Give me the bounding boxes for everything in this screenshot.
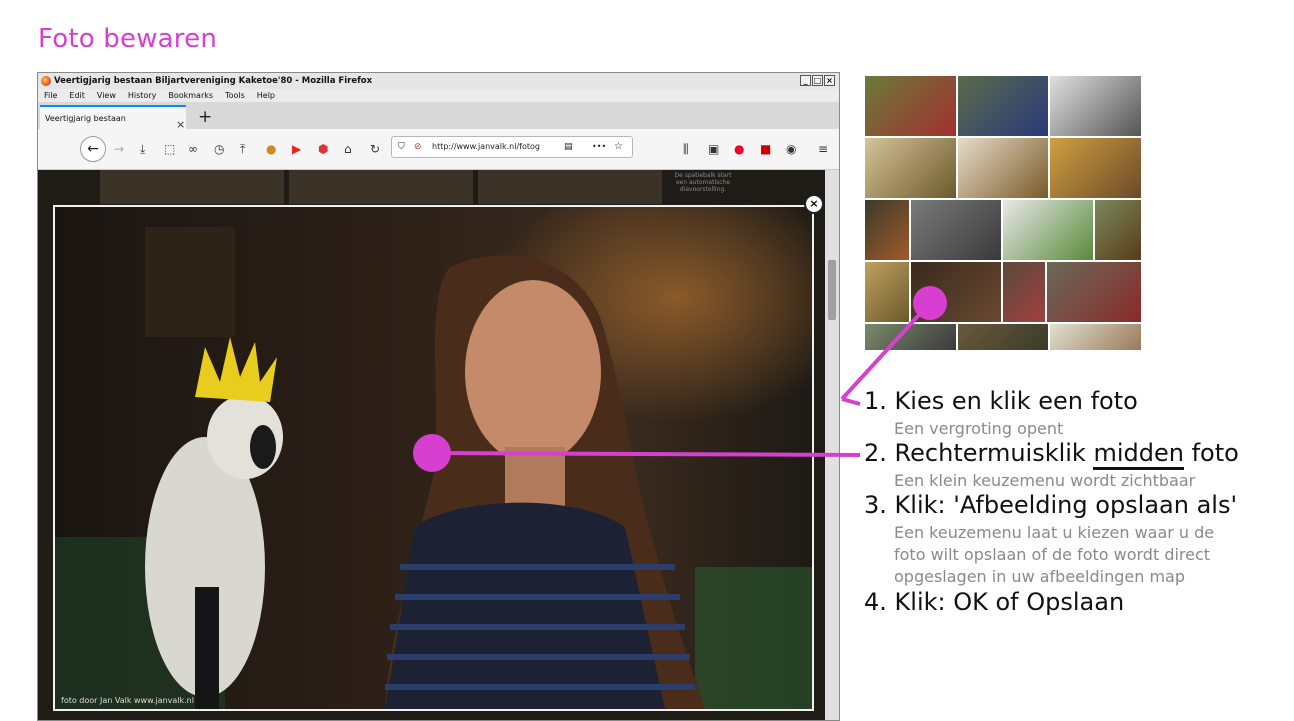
- step-number: 3.: [864, 491, 887, 519]
- gallery-thumbnail[interactable]: [865, 138, 956, 198]
- more-icon[interactable]: •••: [592, 137, 606, 157]
- menu-tools[interactable]: Tools: [225, 91, 245, 100]
- scroll-thumb[interactable]: [828, 260, 836, 320]
- pdf-icon[interactable]: ■: [760, 142, 771, 156]
- menu-file[interactable]: File: [44, 91, 57, 100]
- library-icon[interactable]: ⫼: [683, 142, 689, 156]
- browser-window: Veertigjarig bestaan Biljartvereniging K…: [37, 72, 840, 721]
- step-text: Klik: OK of Opslaan: [894, 588, 1125, 616]
- photo-credit: foto door Jan Valk www.janvalk.nl: [61, 696, 194, 705]
- screenshot-icon[interactable]: ⬚: [164, 142, 175, 156]
- step-2: 2. Rechtermuisklik midden foto: [864, 439, 1239, 470]
- upload-icon[interactable]: ⤒: [240, 142, 245, 156]
- gallery-thumbnail[interactable]: [1003, 200, 1093, 260]
- menu-view[interactable]: View: [97, 91, 116, 100]
- step-text: foto: [1183, 439, 1239, 467]
- step-1: 1. Kies en klik een foto: [864, 387, 1138, 415]
- gallery-thumbnail[interactable]: [911, 200, 1001, 260]
- gallery-thumbnail[interactable]: [865, 76, 956, 136]
- gallery-thumbnail[interactable]: [289, 170, 473, 204]
- reload-icon[interactable]: ↻: [370, 142, 380, 156]
- tab-bar: Veertigjarig bestaan Biljartvereniging ×…: [38, 102, 839, 147]
- close-window-button[interactable]: ×: [824, 75, 835, 86]
- gallery-thumbnail[interactable]: [958, 76, 1048, 136]
- close-lightbox-button[interactable]: ×: [804, 194, 824, 214]
- tracking-icon: ⊘: [414, 142, 422, 152]
- scrollbar[interactable]: [825, 170, 839, 720]
- download-icon[interactable]: ⤓: [140, 142, 145, 156]
- photo-image: [55, 207, 812, 709]
- minimize-button[interactable]: _: [800, 75, 811, 86]
- gallery-thumbnail[interactable]: [1050, 76, 1141, 136]
- glasses-icon[interactable]: ∞: [188, 142, 198, 156]
- nav-toolbar: ← → ⤓ ⬚ ∞ ◷ ⤒ ● ▶ ⬢ ⌂ ↻ ⛉ ⊘ http://www.j…: [38, 129, 839, 170]
- cookie-icon[interactable]: ●: [266, 142, 276, 156]
- step-number: 2.: [864, 439, 887, 467]
- window-title: Veertigjarig bestaan Biljartvereniging K…: [54, 76, 373, 86]
- step-2-note: Een klein keuzemenu wordt zichtbaar: [894, 471, 1196, 490]
- window-titlebar: Veertigjarig bestaan Biljartvereniging K…: [38, 73, 839, 89]
- menu-help[interactable]: Help: [257, 91, 275, 100]
- account-icon[interactable]: ◉: [786, 142, 796, 156]
- enlarged-photo[interactable]: foto door Jan Valk www.janvalk.nl: [53, 205, 814, 711]
- url-text: http://www.janvalk.nl/fotog: [432, 142, 540, 151]
- home-icon[interactable]: ⌂: [344, 142, 352, 156]
- adblock-icon[interactable]: ⬢: [318, 142, 328, 156]
- step-number: 1.: [864, 387, 887, 415]
- gallery-thumbnail[interactable]: [865, 200, 909, 260]
- step-text: Klik: 'Afbeelding opslaan als': [894, 491, 1238, 519]
- step-4: 4. Klik: OK of Opslaan: [864, 588, 1124, 616]
- bookmark-star-icon[interactable]: ☆: [614, 137, 623, 157]
- step-3-note-line2: foto wilt opslaan of de foto wordt direc…: [894, 545, 1211, 564]
- gallery-thumbnail[interactable]: [958, 138, 1048, 198]
- slideshow-note: De spatiebalk start een automatische dia…: [674, 172, 732, 193]
- gallery-thumbnail[interactable]: [1095, 200, 1141, 260]
- url-bar[interactable]: ⛉ ⊘ http://www.janvalk.nl/fotog ▤ ••• ☆: [391, 136, 633, 158]
- gallery-thumbnail[interactable]: [1003, 262, 1045, 322]
- step-3-note-line3: opgeslagen in uw afbeeldingen map: [894, 567, 1185, 586]
- gallery-thumbnail[interactable]: [478, 170, 662, 204]
- tab-active[interactable]: Veertigjarig bestaan Biljartvereniging ×: [40, 105, 186, 147]
- shield-icon: ⛉: [398, 142, 405, 152]
- reader-icon[interactable]: ▤: [564, 137, 573, 157]
- step-3-note-line1: Een keuzemenu laat u kiezen waar u de: [894, 523, 1215, 542]
- menu-bar: File Edit View History Bookmarks Tools Help: [38, 89, 839, 102]
- maximize-button[interactable]: □: [812, 75, 823, 86]
- page-title: Foto bewaren: [38, 24, 217, 54]
- gallery-thumbnail[interactable]: [1050, 138, 1141, 198]
- new-tab-button[interactable]: +: [198, 105, 212, 129]
- gallery-thumbnail[interactable]: [865, 262, 909, 322]
- page-content: De spatiebalk start een automatische dia…: [38, 170, 839, 720]
- menu-edit[interactable]: Edit: [69, 91, 85, 100]
- menu-bookmarks[interactable]: Bookmarks: [168, 91, 213, 100]
- history-icon[interactable]: ◷: [214, 142, 224, 156]
- pocket-icon[interactable]: ●: [734, 142, 744, 156]
- gallery-thumbnail[interactable]: [865, 324, 956, 350]
- step-1-note: Een vergroting opent: [894, 419, 1064, 438]
- gallery-thumbnail[interactable]: [1050, 324, 1141, 350]
- gallery-thumbnail[interactable]: [100, 170, 284, 204]
- gallery-thumbnail-selected[interactable]: [911, 262, 1001, 322]
- back-arrow-icon[interactable]: ←: [80, 136, 106, 162]
- photo-gallery: [865, 76, 1141, 350]
- pointer-line-1-tail: [841, 397, 861, 406]
- gallery-thumbnail[interactable]: [1047, 262, 1141, 322]
- youtube-icon[interactable]: ▶: [292, 142, 301, 156]
- step-3: 3. Klik: 'Afbeelding opslaan als': [864, 491, 1237, 519]
- step-text-underlined: midden: [1093, 439, 1184, 470]
- forward-arrow-icon[interactable]: →: [114, 142, 124, 156]
- gallery-thumbnail[interactable]: [958, 324, 1048, 350]
- step-text: Kies en klik een foto: [894, 387, 1138, 415]
- firefox-logo-icon: [41, 76, 51, 86]
- menu-history[interactable]: History: [128, 91, 156, 100]
- menu-icon[interactable]: ≡: [818, 142, 828, 156]
- step-number: 4.: [864, 588, 887, 616]
- step-text: Rechtermuisklik: [894, 439, 1094, 467]
- sidebar-icon[interactable]: ▣: [708, 142, 719, 156]
